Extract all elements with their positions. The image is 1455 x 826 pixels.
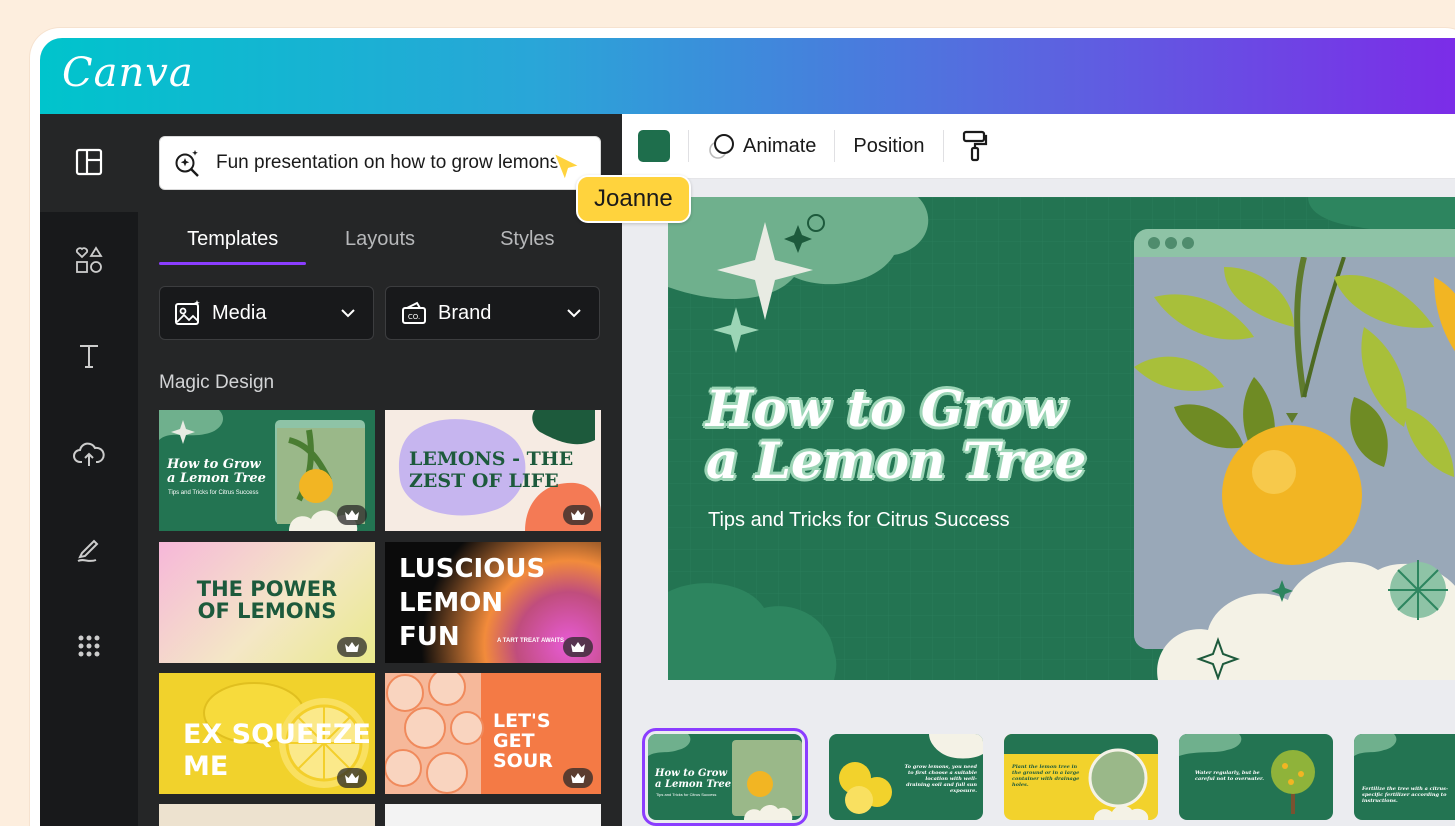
draw-icon[interactable] (69, 530, 109, 570)
template-card[interactable] (385, 804, 601, 826)
search-input[interactable]: Fun presentation on how to grow lemons (216, 152, 559, 174)
animate-icon (709, 134, 734, 159)
page-thumbnail[interactable]: Plant the lemon tree in the ground or in… (1004, 734, 1158, 820)
toolbar-divider (942, 130, 944, 162)
collaborator-name-tag: Joanne (576, 175, 691, 223)
svg-text:CO.: CO. (408, 313, 420, 321)
page-art (1354, 734, 1397, 756)
main-slide[interactable]: How to Grow a Lemon Tree Tips and Tricks… (668, 197, 1455, 680)
tab-layouts[interactable]: Layouts (306, 224, 453, 264)
magic-design-heading: Magic Design (159, 372, 275, 393)
page-thumbnail[interactable]: Fertilize the tree with a citrus-specifi… (1354, 734, 1455, 820)
template-title: LEMONS - THE ZEST OF LIFE (409, 448, 574, 492)
page-text: To grow lemons, you need to first choose… (904, 764, 977, 794)
crown-icon (563, 768, 593, 788)
position-button[interactable]: Position (853, 135, 924, 158)
editor-toolbar: Animate Position (622, 114, 1455, 179)
template-card[interactable]: EX SQUEEZE ME (159, 673, 375, 794)
chevron-down-icon (341, 309, 355, 318)
template-card[interactable]: LET'S GET SOUR (385, 673, 601, 794)
tab-templates[interactable]: Templates (159, 224, 306, 264)
media-filter-dropdown[interactable]: Media (159, 286, 374, 340)
crown-icon (337, 637, 367, 657)
cloud-decoration (1157, 560, 1455, 680)
crown-icon (563, 637, 593, 657)
top-bar: Canva (40, 38, 1455, 114)
toolbar-divider (834, 130, 836, 162)
crown-icon (337, 768, 367, 788)
template-subtitle: Tips and Tricks for Citrus Success (168, 490, 259, 496)
magic-search-icon (175, 150, 199, 177)
media-filter-label: Media (212, 301, 267, 324)
page-filmstrip: How to Grow a Lemon Tree Tips and Tricks… (622, 714, 1455, 826)
window-dot (1182, 237, 1194, 249)
template-card[interactable]: How to Grow a Lemon Tree Tips and Tricks… (159, 410, 375, 531)
media-icon (175, 300, 200, 325)
layout-icon[interactable] (69, 142, 109, 182)
window-dot (1165, 237, 1177, 249)
chevron-down-icon (567, 309, 581, 318)
side-rail (40, 114, 138, 826)
position-label: Position (853, 134, 925, 157)
copy-style-button[interactable] (962, 130, 988, 162)
app-window: Canva Fun presentation on how to grow le… (30, 28, 1455, 826)
toolbar-divider (688, 130, 689, 162)
template-tagline: A TART TREAT AWAITS (497, 638, 564, 644)
animate-label: Animate (743, 134, 817, 157)
template-title: LET'S GET SOUR (493, 710, 553, 772)
templates-panel: Fun presentation on how to grow lemons T… (138, 114, 622, 826)
template-card[interactable] (159, 804, 375, 826)
page-text: Plant the lemon tree in the ground or in… (1012, 764, 1080, 788)
shapes-icon[interactable] (69, 240, 109, 280)
slide-subtitle[interactable]: Tips and Tricks for Citrus Success (708, 509, 1010, 532)
brand-filter-label: Brand (438, 301, 492, 324)
window-dot (1148, 237, 1160, 249)
page-thumbnail[interactable]: Water regularly, but be careful not to o… (1179, 734, 1333, 820)
tab-styles[interactable]: Styles (454, 224, 601, 264)
crown-icon (563, 505, 593, 525)
template-card[interactable]: LUSCIOUS LEMON FUN A TART TREAT AWAITS (385, 542, 601, 663)
cloud-upload-icon[interactable] (69, 434, 109, 474)
crown-icon (337, 505, 367, 525)
template-card[interactable]: THE POWER OF LEMONS (159, 542, 375, 663)
page-text: Water regularly, but be careful not to o… (1195, 770, 1264, 782)
slide-title[interactable]: How to Grow a Lemon Tree (706, 383, 1086, 487)
window-bar (1134, 229, 1455, 257)
page-thumbnail[interactable]: How to Grow a Lemon Tree Tips and Tricks… (642, 728, 808, 826)
page-subtitle: Tips and Tricks for Citrus Success (656, 792, 717, 797)
apps-grid-icon[interactable] (69, 626, 109, 666)
canva-logo[interactable]: Canva (62, 50, 194, 96)
page-thumbnail[interactable]: To grow lemons, you need to first choose… (829, 734, 983, 820)
template-title: THE POWER OF LEMONS (196, 577, 338, 623)
editor-canvas-area: Animate Position How to Grow a Lemon Tre… (622, 114, 1455, 826)
brand-kit-icon: CO. (402, 301, 426, 324)
active-tab-indicator (159, 262, 306, 265)
page-title: How to Grow a Lemon Tree (655, 768, 732, 790)
text-icon[interactable] (69, 336, 109, 376)
search-bar[interactable]: Fun presentation on how to grow lemons (159, 136, 601, 190)
paint-roller-icon (962, 130, 987, 162)
template-card[interactable]: LEMONS - THE ZEST OF LIFE (385, 410, 601, 531)
panel-tabs: Templates Layouts Styles (159, 224, 601, 264)
animate-button[interactable]: Animate (707, 131, 816, 161)
template-title: How to Grow a Lemon Tree (167, 457, 266, 486)
page-text: Fertilize the tree with a citrus-specifi… (1362, 786, 1449, 804)
brand-filter-dropdown[interactable]: CO. Brand (385, 286, 600, 340)
color-swatch-button[interactable] (638, 130, 670, 162)
